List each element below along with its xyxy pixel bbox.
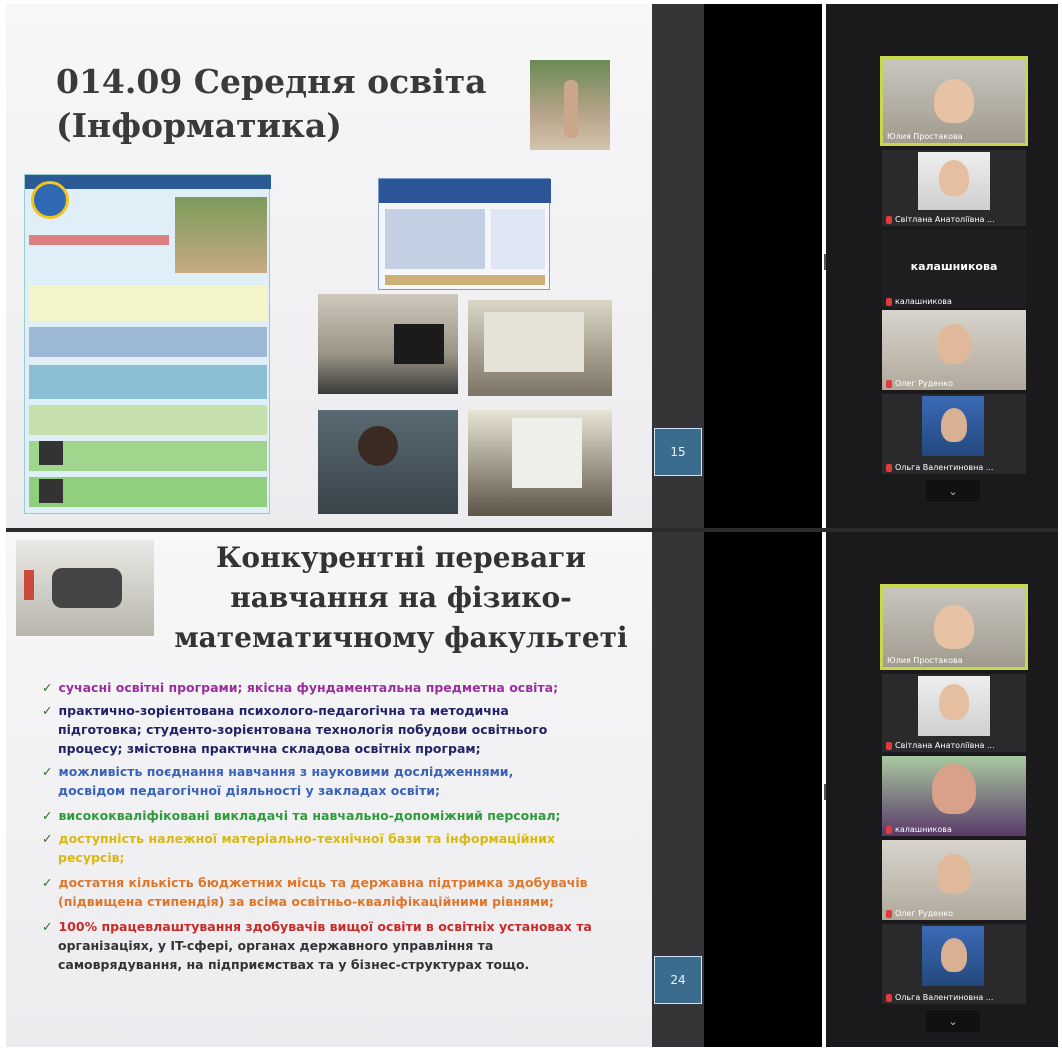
participant-tile[interactable]: калашникова калашникова [882,230,1026,308]
participant-name: Юлия Простакова [887,132,963,141]
participant-tile[interactable]: Ольга Валентиновна ... [882,394,1026,474]
list-item: ✓ 100% працевлаштування здобувачів вищої … [42,919,592,934]
mic-muted-icon [886,993,892,1002]
list-item-cont: самоврядування, на підприємствах та у бі… [58,957,530,972]
mic-muted-icon [886,215,892,224]
slide-24: Конкурентні переваги навчання на фізико-… [6,532,652,1047]
participants-panel-top: Юлия Простакова Світлана Анатоліївна ...… [826,4,1058,528]
participant-name: Ольга Валентиновна ... [895,993,994,1002]
classroom-photo-1 [318,294,458,394]
participant-name: Світлана Анатоліївна ... [895,741,995,750]
participant-tile[interactable]: Світлана Анатоліївна ... [882,150,1026,226]
participant-name: калашникова [895,297,952,306]
participant-name: калашникова [895,825,952,834]
slide-page-number: 24 [654,956,702,1004]
slide-title-line2: (Інформатика) [56,106,342,145]
list-item: ✓ висококваліфіковані викладачі та навчал… [42,808,561,823]
list-item: ✓ практично-зорієнтована психолого-педаго… [42,703,509,718]
participant-tile[interactable]: Світлана Анатоліївна ... [882,674,1026,752]
list-item-cont: процесу; змістовна практична складова ос… [58,741,481,756]
participant-tile[interactable]: Олег Руденко [882,310,1026,390]
participant-tile[interactable]: Ольга Валентиновна ... [882,924,1026,1004]
slide-title-line2: навчання на фізико- [230,581,572,614]
mic-muted-icon [886,825,892,834]
video-area-black [704,532,822,1047]
faculty-poster [24,174,271,514]
list-item-cont: досвідом педагогічної діяльності у закла… [58,783,440,798]
participant-tile-active[interactable]: Юлия Простакова [880,56,1028,146]
website-screenshot [378,178,551,290]
advantages-list: ✓ сучасні освітні програми; якісна фундам… [42,678,642,974]
participant-name: Олег Руденко [895,379,954,388]
participant-name: Юлия Простакова [887,656,963,665]
participant-face [934,79,974,123]
slide-title-line3: математичному факультеті [174,621,628,654]
list-item-cont: підготовка; студенто-зорієнтована технол… [58,722,548,737]
list-item: ✓ доступність належної матеріально-техніч… [42,831,555,846]
video-area-black [704,4,822,528]
participant-tile[interactable]: Олег Руденко [882,840,1026,920]
mic-muted-icon [886,463,892,472]
classroom-photo-2 [468,300,612,396]
statue-photo [530,60,610,150]
slide-title-line1: 014.09 Середня освіта [56,62,487,101]
slide-15: 014.09 Середня освіта (Інформатика) [6,4,652,528]
list-item-cont: (підвищена стипендія) за всіма освітньо-… [58,894,554,909]
classroom-photo-4 [468,410,612,516]
participants-panel-bottom: Юлия Простакова Світлана Анатоліївна ...… [826,532,1058,1047]
robot-photo [16,540,154,636]
mic-muted-icon [886,909,892,918]
participant-tile-active[interactable]: Юлия Простакова [880,584,1028,670]
participant-tile[interactable]: калашникова [882,756,1026,836]
slide-title-line1: Конкурентні переваги [215,541,587,574]
mic-muted-icon [886,297,892,306]
classroom-photo-3 [318,410,458,514]
chevron-down-icon[interactable]: ⌄ [926,1010,980,1032]
chevron-down-icon[interactable]: ⌄ [926,480,980,502]
list-item-cont: ресурсів; [58,850,125,865]
slide-title: Конкурентні переваги навчання на фізико-… [156,538,646,658]
list-item-cont: організаціях, у IT-сфері, органах держав… [58,938,494,953]
list-item: ✓ сучасні освітні програми; якісна фундам… [42,680,559,695]
participant-label: калашникова [910,260,998,273]
participant-name: Світлана Анатоліївна ... [895,215,995,224]
slide-page-number: 15 [654,428,702,476]
mic-muted-icon [886,379,892,388]
mic-muted-icon [886,741,892,750]
slide-title: 014.09 Середня освіта (Інформатика) [56,60,487,148]
participant-name: Олег Руденко [895,909,954,918]
participant-name: Ольга Валентиновна ... [895,463,994,472]
list-item: ✓ достатня кількість бюджетних місць та д… [42,875,588,890]
list-item: ✓ можливість поєднання навчання з наукови… [42,764,514,779]
